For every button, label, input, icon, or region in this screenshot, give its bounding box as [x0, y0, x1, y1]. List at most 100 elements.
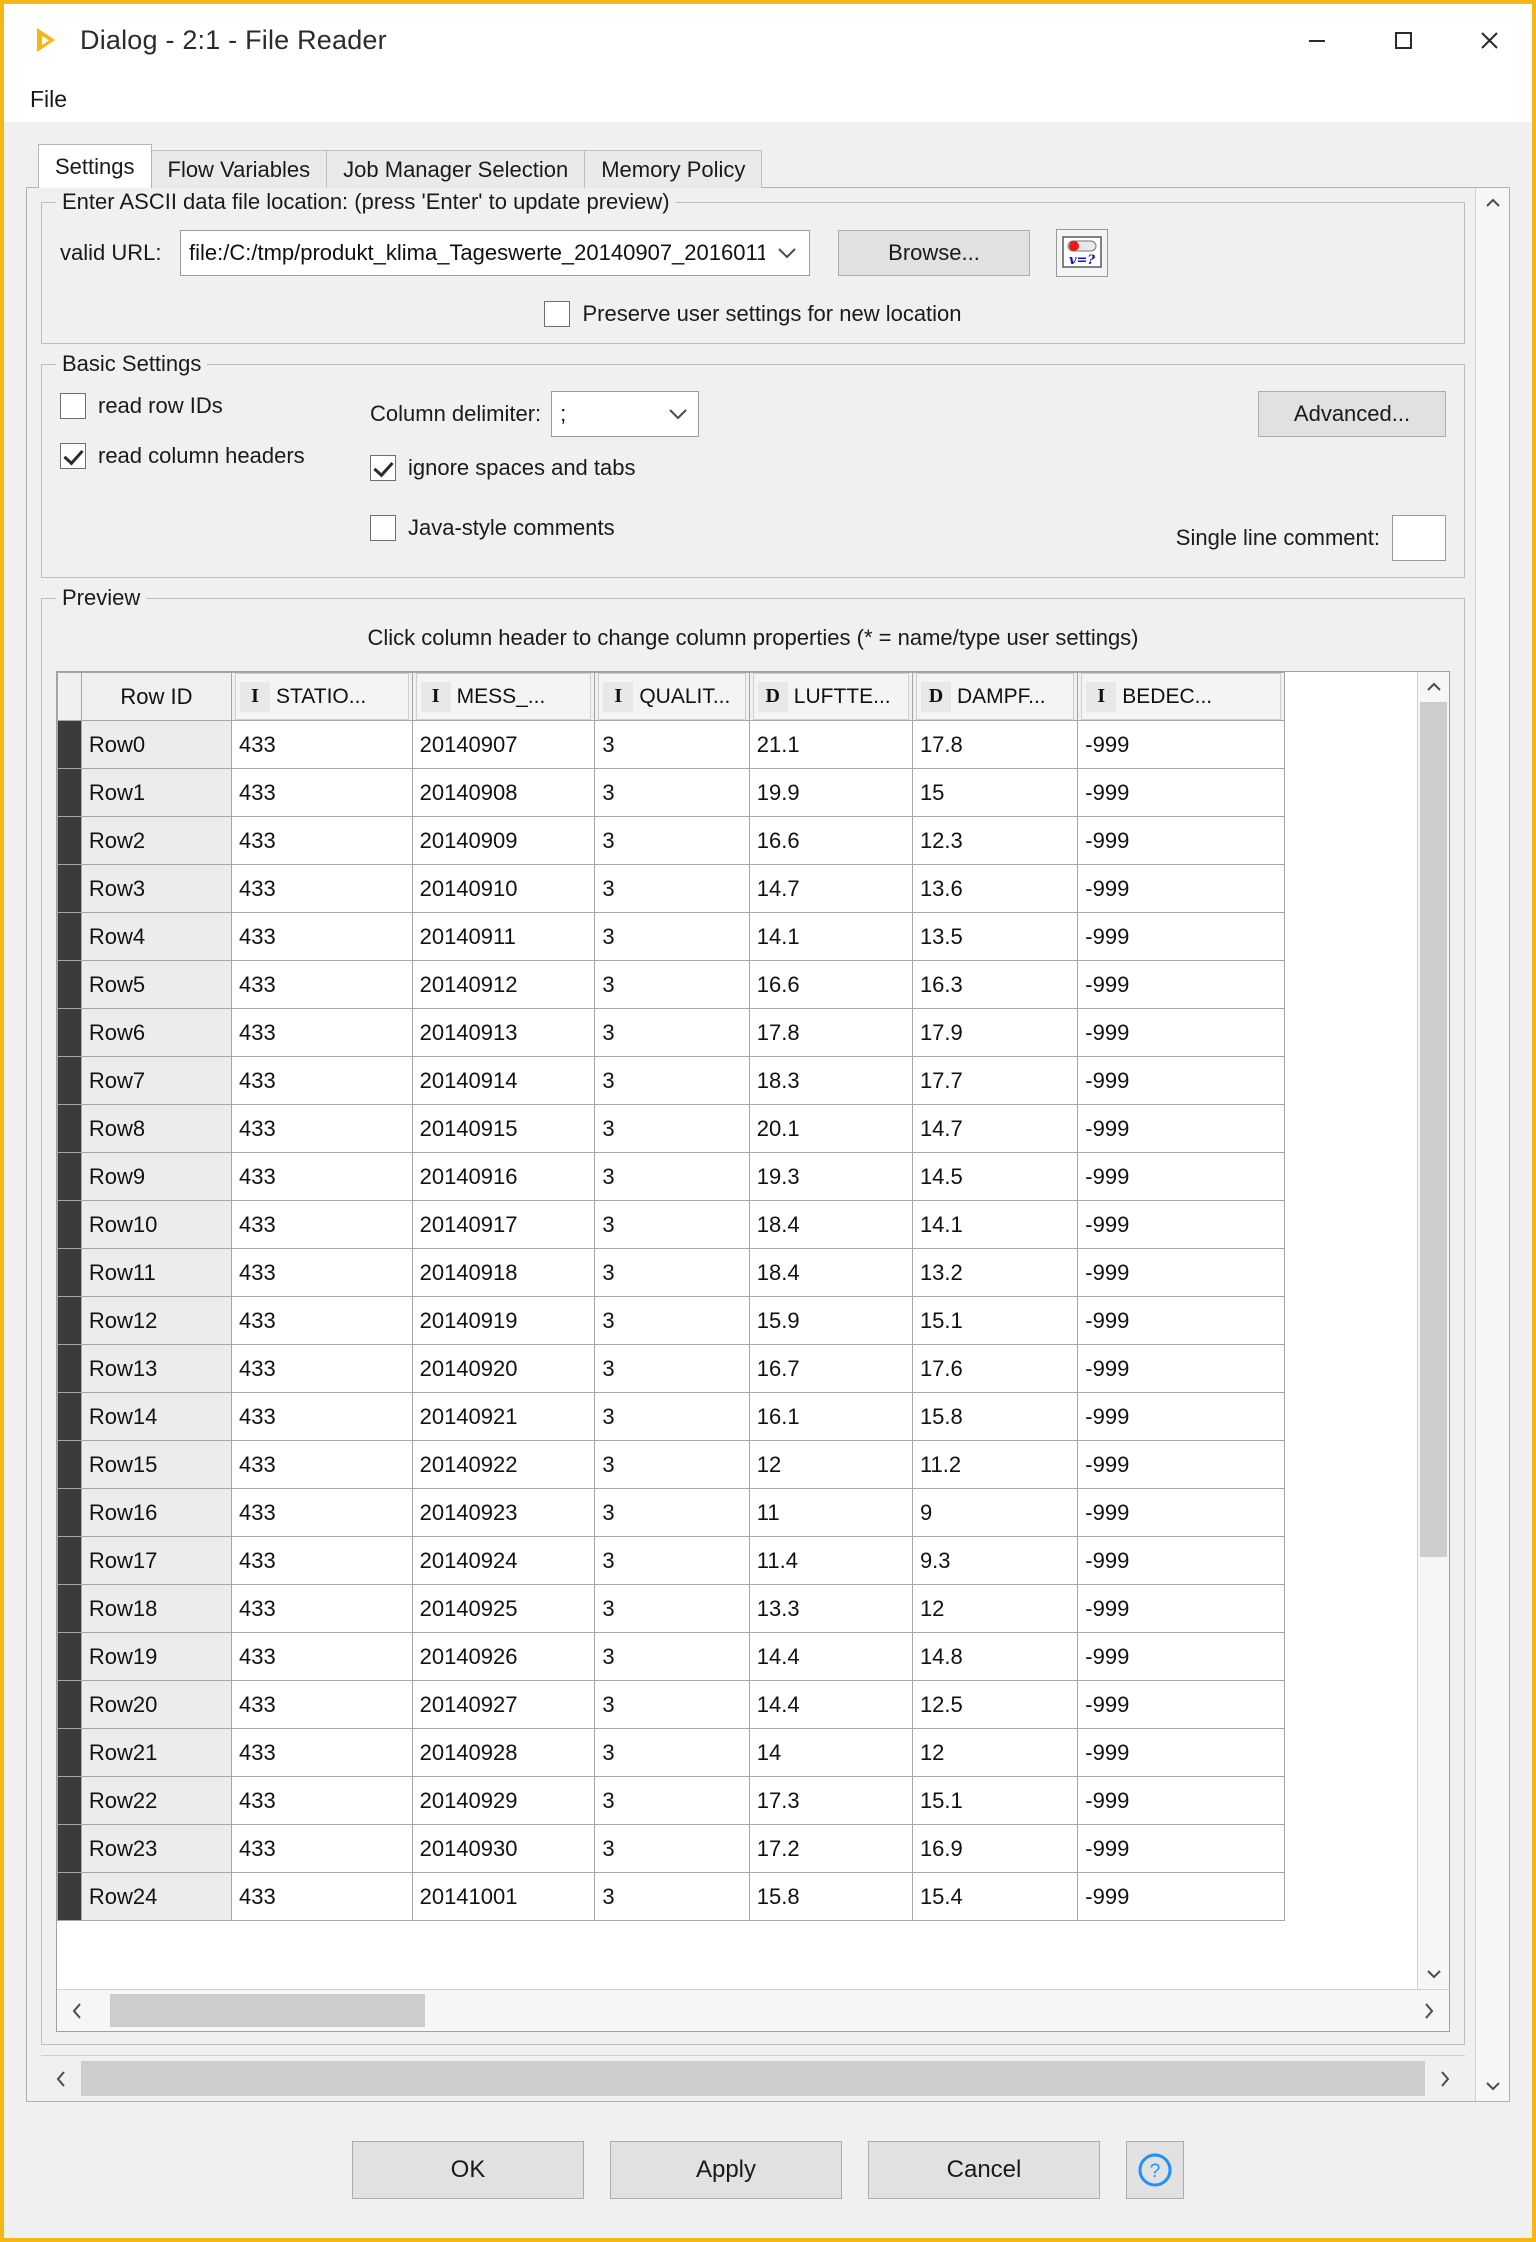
tab-job-manager-selection[interactable]: Job Manager Selection — [326, 150, 586, 188]
table-row[interactable]: Row23 433 20140930 3 17.2 16.9 -999 — [57, 1824, 1285, 1873]
table-cell: 433 — [231, 720, 413, 769]
table-row[interactable]: Row4 433 20140911 3 14.1 13.5 -999 — [57, 912, 1285, 961]
table-cell: 3 — [594, 1632, 750, 1681]
column-header-lufttemperatur[interactable]: D LUFTTE... — [748, 672, 913, 721]
table-row[interactable]: Row20 433 20140927 3 14.4 12.5 -999 — [57, 1680, 1285, 1729]
table-row[interactable]: Row17 433 20140924 3 11.4 9.3 -999 — [57, 1536, 1285, 1585]
preview-table-head: Row ID I STATIO... I MESS_... I QUALIT..… — [57, 672, 1285, 721]
table-row[interactable]: Row10 433 20140917 3 18.4 14.1 -999 — [57, 1200, 1285, 1249]
table-row[interactable]: Row1 433 20140908 3 19.9 15 -999 — [57, 768, 1285, 817]
cancel-button[interactable]: Cancel — [868, 2141, 1100, 2199]
table-row[interactable]: Row3 433 20140910 3 14.7 13.6 -999 — [57, 864, 1285, 913]
read-row-ids-checkbox[interactable] — [60, 393, 86, 419]
table-row[interactable]: Row13 433 20140920 3 16.7 17.6 -999 — [57, 1344, 1285, 1393]
table-row[interactable]: Row7 433 20140914 3 18.3 17.7 -999 — [57, 1056, 1285, 1105]
table-row[interactable]: Row14 433 20140921 3 16.1 15.8 -999 — [57, 1392, 1285, 1441]
preserve-settings-checkbox[interactable] — [544, 301, 571, 327]
read-column-headers-checkbox[interactable] — [60, 443, 86, 469]
row-marker — [57, 1152, 82, 1201]
apply-button[interactable]: Apply — [610, 2141, 842, 2199]
advanced-button[interactable]: Advanced... — [1258, 391, 1446, 437]
preview-vertical-scroll-track[interactable] — [1418, 702, 1449, 1959]
cell-row-id: Row11 — [80, 1248, 233, 1297]
table-row[interactable]: Row9 433 20140916 3 19.3 14.5 -999 — [57, 1152, 1285, 1201]
panel-vertical-scrollbar[interactable] — [1475, 188, 1509, 2101]
table-row[interactable]: Row21 433 20140928 3 14 12 -999 — [57, 1728, 1285, 1777]
table-row[interactable]: Row24 433 20141001 3 15.8 15.4 -999 — [57, 1872, 1285, 1921]
table-cell: 433 — [231, 960, 413, 1009]
single-line-comment-input[interactable] — [1392, 515, 1446, 561]
menu-item-file[interactable]: File — [22, 84, 75, 115]
file-location-body: valid URL: file:/C:/tmp/produkt_klima_Ta… — [42, 203, 1464, 343]
column-delimiter-label: Column delimiter: — [370, 401, 542, 426]
flow-variable-button[interactable]: v=? — [1056, 229, 1108, 277]
column-delimiter-combobox[interactable]: ; — [551, 391, 700, 437]
preview-horizontal-scroll-thumb[interactable] — [110, 1994, 425, 2027]
row-marker — [57, 912, 82, 961]
help-question-icon: ? — [1138, 2153, 1172, 2187]
column-header-mess[interactable]: I MESS_... — [411, 672, 596, 721]
close-button[interactable] — [1446, 4, 1532, 76]
scroll-right-icon[interactable] — [1409, 1990, 1449, 2031]
table-cell: 3 — [594, 1584, 750, 1633]
column-header-qualitaet[interactable]: I QUALIT... — [594, 672, 750, 721]
table-row[interactable]: Row16 433 20140923 3 11 9 -999 — [57, 1488, 1285, 1537]
scroll-up-icon[interactable] — [1418, 672, 1449, 702]
url-combobox[interactable]: file:/C:/tmp/produkt_klima_Tageswerte_20… — [180, 230, 810, 276]
column-header-bedeckung[interactable]: I BEDEC... — [1077, 672, 1285, 721]
maximize-button[interactable] — [1360, 4, 1446, 76]
panel-scroll-down-icon[interactable] — [1476, 2071, 1509, 2101]
row-marker — [57, 1536, 82, 1585]
integer-type-icon: I — [240, 681, 271, 712]
cell-row-id: Row1 — [80, 768, 233, 817]
url-input[interactable]: file:/C:/tmp/produkt_klima_Tageswerte_20… — [181, 240, 765, 266]
table-row[interactable]: Row12 433 20140919 3 15.9 15.1 -999 — [57, 1296, 1285, 1345]
column-header-row-id-label: Row ID — [120, 683, 193, 709]
table-row[interactable]: Row0 433 20140907 3 21.1 17.8 -999 — [57, 720, 1285, 769]
table-cell: -999 — [1077, 1104, 1285, 1153]
column-delimiter-chevron-down-icon[interactable] — [658, 407, 698, 421]
preview-vertical-scroll-thumb[interactable] — [1420, 702, 1447, 1557]
column-header-dampfdruck[interactable]: D DAMPF... — [911, 672, 1079, 721]
preview-horizontal-scrollbar[interactable] — [57, 1989, 1449, 2031]
scroll-left-icon[interactable] — [57, 1990, 97, 2031]
panel-scroll-up-icon[interactable] — [1476, 188, 1509, 218]
ok-button[interactable]: OK — [352, 2141, 584, 2199]
row-marker — [57, 1296, 82, 1345]
table-row[interactable]: Row19 433 20140926 3 14.4 14.8 -999 — [57, 1632, 1285, 1681]
table-row[interactable]: Row11 433 20140918 3 18.4 13.2 -999 — [57, 1248, 1285, 1297]
tab-memory-policy[interactable]: Memory Policy — [584, 150, 763, 188]
browse-button[interactable]: Browse... — [838, 230, 1030, 276]
column-header-station[interactable]: I STATIO... — [231, 672, 413, 721]
help-button[interactable]: ? — [1126, 2141, 1184, 2199]
minimize-button[interactable] — [1274, 4, 1360, 76]
table-cell: 14.4 — [748, 1632, 913, 1681]
panel-vertical-scroll-track[interactable] — [1476, 218, 1509, 2071]
tab-flow-variables[interactable]: Flow Variables — [150, 150, 328, 188]
panel-horizontal-scroll-track[interactable] — [81, 2056, 1425, 2101]
preview-vertical-scrollbar[interactable] — [1417, 672, 1449, 1989]
panel-horizontal-scrollbar[interactable] — [41, 2055, 1465, 2101]
column-header-row-id[interactable]: Row ID — [80, 672, 233, 721]
table-cell: 20140920 — [411, 1344, 596, 1393]
panel-scroll-right-icon[interactable] — [1425, 2056, 1465, 2101]
panel-horizontal-scroll-thumb[interactable] — [81, 2061, 1425, 2096]
table-row[interactable]: Row8 433 20140915 3 20.1 14.7 -999 — [57, 1104, 1285, 1153]
table-cell: -999 — [1077, 720, 1285, 769]
table-cell: 3 — [594, 1392, 750, 1441]
chevron-down-icon[interactable] — [765, 246, 809, 260]
table-row[interactable]: Row18 433 20140925 3 13.3 12 -999 — [57, 1584, 1285, 1633]
table-row[interactable]: Row2 433 20140909 3 16.6 12.3 -999 — [57, 816, 1285, 865]
table-row[interactable]: Row5 433 20140912 3 16.6 16.3 -999 — [57, 960, 1285, 1009]
ignore-spaces-checkbox[interactable] — [370, 455, 396, 481]
java-style-comments-checkbox[interactable] — [370, 515, 396, 541]
panel-scroll-left-icon[interactable] — [41, 2056, 81, 2101]
tab-settings[interactable]: Settings — [38, 144, 152, 188]
table-cell: 433 — [231, 1392, 413, 1441]
table-row[interactable]: Row6 433 20140913 3 17.8 17.9 -999 — [57, 1008, 1285, 1057]
preview-horizontal-scroll-track[interactable] — [97, 1990, 1409, 2031]
table-row[interactable]: Row22 433 20140929 3 17.3 15.1 -999 — [57, 1776, 1285, 1825]
column-delimiter-value[interactable]: ; — [552, 401, 658, 427]
scroll-down-icon[interactable] — [1418, 1959, 1449, 1989]
table-row[interactable]: Row15 433 20140922 3 12 11.2 -999 — [57, 1440, 1285, 1489]
